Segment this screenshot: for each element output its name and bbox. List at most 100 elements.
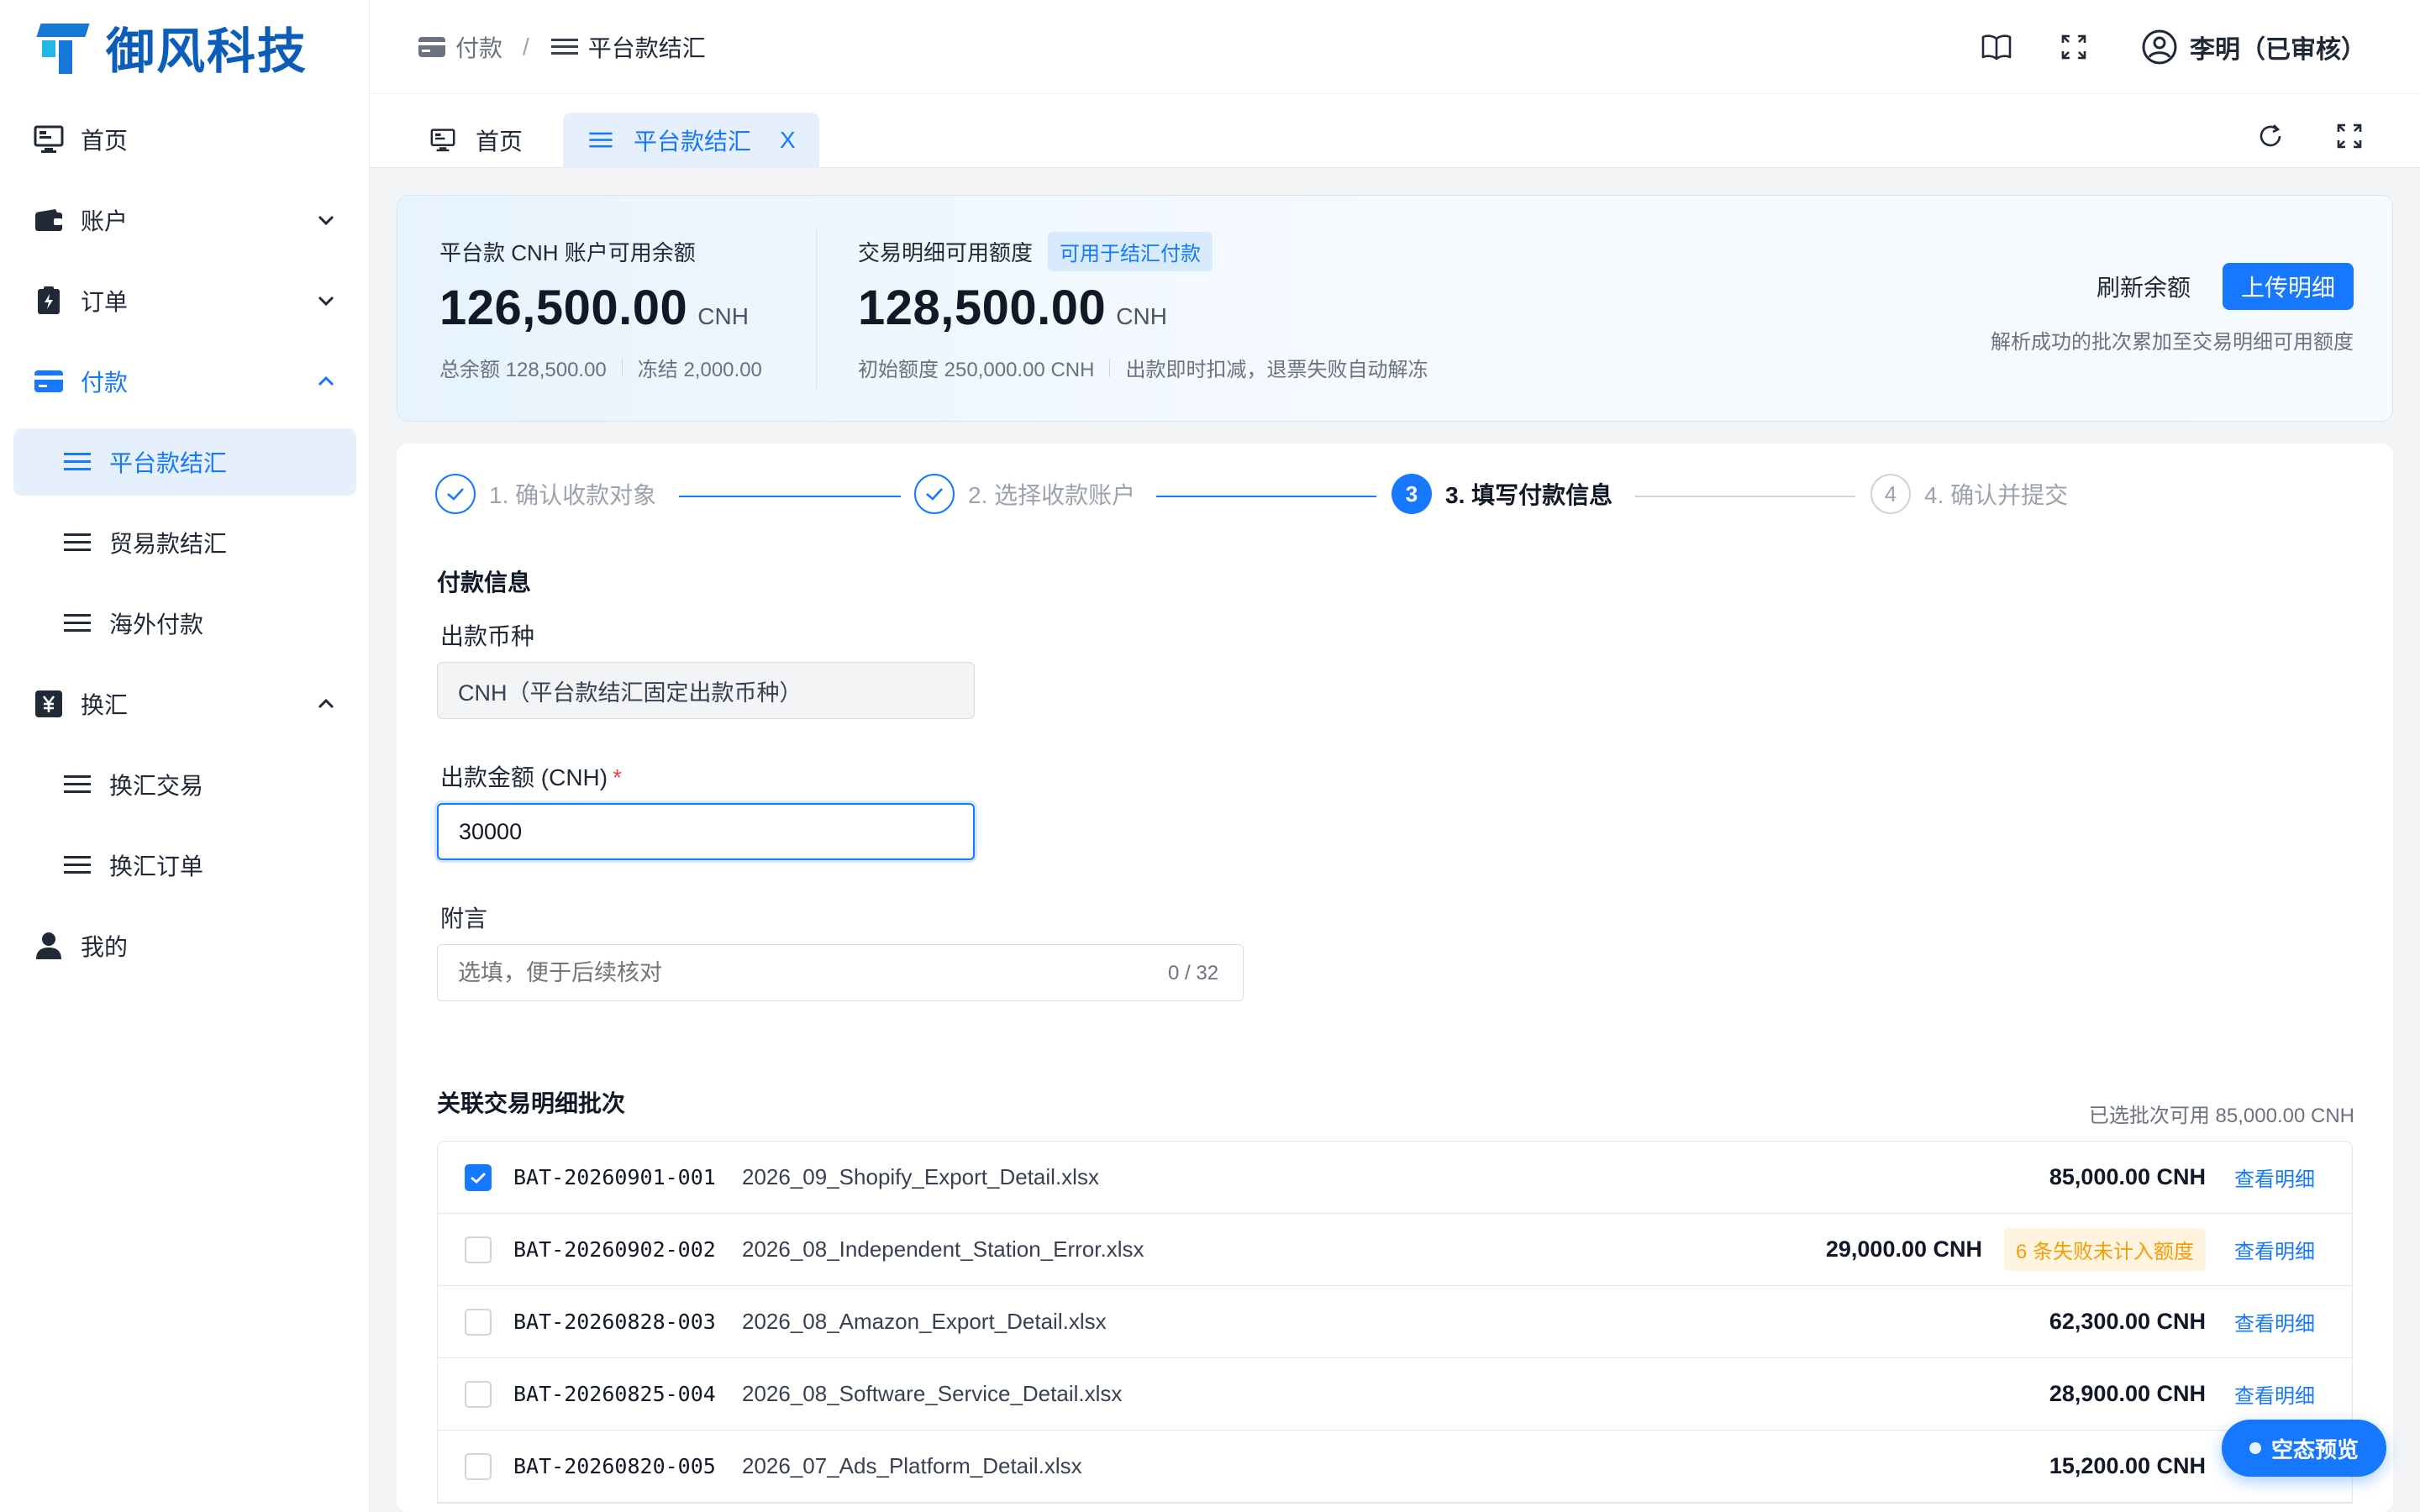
platform-balance-label: 平台款 CNH 账户可用余额: [439, 239, 696, 265]
step-2: 2. 选择收款账户: [914, 474, 1135, 514]
step-label: 2. 选择收款账户: [968, 482, 1136, 508]
batch-checkbox[interactable]: [465, 1380, 492, 1408]
view-detail-link[interactable]: 查看明细: [2234, 1307, 2315, 1336]
divider: [1109, 358, 1111, 377]
detail-quota: 交易明细可用额度 可用于结汇付款 128,500.00 CNH 初始额度 250…: [858, 231, 1428, 382]
sidebar-item-overseas-payment[interactable]: 海外付款: [13, 590, 356, 657]
sidebar-item-account[interactable]: 账户: [13, 186, 356, 254]
sidebar-item-label: 我的: [81, 934, 129, 960]
menu-lines-icon: [550, 32, 580, 62]
batch-file: 2026_08_Amazon_Export_Detail.xlsx: [742, 1309, 1107, 1334]
batch-checkbox[interactable]: [465, 1163, 492, 1191]
sidebar-item-payment[interactable]: 付款: [13, 348, 356, 415]
sidebar-item-label: 付款: [81, 370, 129, 396]
upload-detail-button[interactable]: 上传明细: [2222, 263, 2354, 310]
book-icon[interactable]: [1973, 24, 2020, 71]
fab-label: 空态预览: [2270, 1436, 2359, 1462]
table-row[interactable]: BAT-20260828-003 2026_08_Amazon_Export_D…: [438, 1286, 2352, 1358]
detail-note: 出款即时扣减，退票失败自动解冻: [1125, 359, 1428, 381]
sidebar-item-trade-settlement[interactable]: 贸易款结汇: [13, 509, 356, 576]
detail-quota-amount: 128,500.00: [858, 281, 1107, 335]
brand-logo[interactable]: 御风科技: [36, 18, 308, 80]
failure-badge: 6 条失败未计入额度: [2003, 1228, 2206, 1271]
refresh-balance-button[interactable]: 刷新余额: [2096, 270, 2191, 303]
sidebar-item-fx-trade[interactable]: 换汇交易: [13, 751, 356, 818]
platform-balance: 平台款 CNH 账户可用余额 126,500.00 CNH 总余额 128,50…: [439, 233, 762, 382]
sidebar-sub-label: 换汇交易: [109, 773, 204, 799]
section-title: 付款信息: [437, 570, 532, 596]
tab-close-button[interactable]: X: [780, 127, 796, 154]
tab-label: 平台款结汇: [634, 129, 752, 155]
amount-input[interactable]: [437, 803, 975, 860]
batch-file: 2026_09_Shopify_Export_Detail.xlsx: [742, 1164, 1099, 1189]
empty-preview-button[interactable]: 空态预览: [2222, 1420, 2386, 1477]
batch-checkbox[interactable]: [465, 1236, 492, 1263]
check-icon: [435, 474, 476, 514]
upload-note: 解析成功的批次累加至交易明细可用额度: [1991, 331, 2354, 354]
step-connector: [679, 496, 901, 497]
card-icon: [32, 365, 66, 398]
batch-amount: 29,000.00 CNH: [1825, 1236, 1982, 1262]
sidebar-item-platform-settlement[interactable]: 平台款结汇: [13, 428, 356, 496]
breadcrumb-item[interactable]: 付款: [455, 30, 502, 64]
tab-platform-settlement[interactable]: 平台款结汇 X: [563, 113, 819, 168]
sidebar-sub-label: 海外付款: [109, 612, 204, 638]
memo-input[interactable]: [437, 944, 1244, 1001]
step-label: 3. 填写付款信息: [1445, 482, 1613, 508]
sidebar-sub-label: 换汇订单: [109, 853, 204, 879]
sidebar-nav: 首页 账户 订单 付款 平台款结汇 贸易款结汇 海外付款 换汇 换汇交易 换汇订…: [13, 106, 356, 993]
tabs-actions: [2215, 113, 2373, 160]
batch-amount: 62,300.00 CNH: [2049, 1309, 2206, 1334]
batches-title: 关联交易明细批次: [437, 1090, 626, 1116]
logo-mark-icon: [36, 20, 99, 74]
table-row[interactable]: BAT-20260825-004 2026_08_Software_Servic…: [438, 1358, 2352, 1431]
step-connector: [1635, 496, 1855, 497]
sidebar-item-fx[interactable]: 换汇: [13, 670, 356, 738]
required-mark: *: [613, 764, 622, 790]
sidebar-item-home[interactable]: 首页: [13, 106, 356, 173]
selected-summary: 已选批次可用 85,000.00 CNH: [2088, 1105, 2354, 1127]
breadcrumb-separator: /: [523, 34, 529, 60]
top-header: 付款 / 平台款结汇 李明（已审核）: [370, 0, 2420, 94]
user-name: 李明（已审核）: [2190, 36, 2366, 64]
step-1: 1. 确认收款对象: [435, 474, 656, 514]
batch-checkbox[interactable]: [465, 1308, 492, 1336]
sidebar-item-label: 换汇: [81, 692, 129, 718]
sidebar-sub-label: 贸易款结汇: [109, 531, 228, 557]
table-row[interactable]: BAT-20260901-001 2026_09_Shopify_Export_…: [438, 1142, 2352, 1214]
sidebar-item-orders[interactable]: 订单: [13, 267, 356, 334]
batch-amount: 28,900.00 CNH: [2049, 1381, 2206, 1406]
table-row[interactable]: BAT-20260820-005 2026_07_Ads_Platform_De…: [438, 1431, 2352, 1503]
step-number: 4: [1870, 474, 1911, 514]
batch-id: BAT-20260825-004: [513, 1382, 716, 1406]
check-icon: [914, 474, 955, 514]
view-detail-link[interactable]: 查看明细: [2234, 1235, 2315, 1264]
sidebar-sub-label: 平台款结汇: [109, 450, 228, 476]
fullscreen-icon[interactable]: [2050, 24, 2097, 71]
sidebar-item-mine[interactable]: 我的: [13, 912, 356, 979]
currency-field: CNH（平台款结汇固定出款币种）: [437, 662, 975, 719]
platform-total: 总余额 128,500.00: [439, 359, 607, 381]
tab-home[interactable]: 首页: [405, 113, 546, 168]
user-menu[interactable]: 李明（已审核）: [2141, 29, 2366, 66]
refresh-icon[interactable]: [2247, 113, 2294, 160]
order-icon: [32, 284, 66, 318]
brand-name: 御风科技: [106, 23, 308, 80]
batch-checkbox[interactable]: [465, 1452, 492, 1480]
amount-label: 出款金额 (CNH) *: [440, 759, 622, 793]
batch-file: 2026_07_Ads_Platform_Detail.xlsx: [742, 1453, 1082, 1478]
memo-label: 附言: [440, 906, 488, 932]
breadcrumb-current: 平台款结汇: [587, 35, 706, 61]
payment-form-card: 1. 确认收款对象 2. 选择收款账户 3 3. 填写付款信息 4 4. 确认并…: [397, 444, 2393, 1512]
batch-amount: 85,000.00 CNH: [2049, 1164, 2206, 1189]
detail-quota-currency: CNH: [1116, 303, 1167, 329]
view-detail-link[interactable]: 查看明细: [2234, 1379, 2315, 1409]
balance-actions: 刷新余额 上传明细 解析成功的批次累加至交易明细可用额度: [1991, 263, 2354, 354]
view-detail-link[interactable]: 查看明细: [2234, 1163, 2315, 1192]
sidebar-item-fx-orders[interactable]: 换汇订单: [13, 832, 356, 899]
chevron-down-icon: [318, 215, 334, 226]
step-3: 3 3. 填写付款信息: [1392, 474, 1612, 514]
monitor-icon: [32, 123, 66, 156]
fullscreen-icon[interactable]: [2326, 113, 2373, 160]
table-row[interactable]: BAT-20260902-002 2026_08_Independent_Sta…: [438, 1214, 2352, 1286]
